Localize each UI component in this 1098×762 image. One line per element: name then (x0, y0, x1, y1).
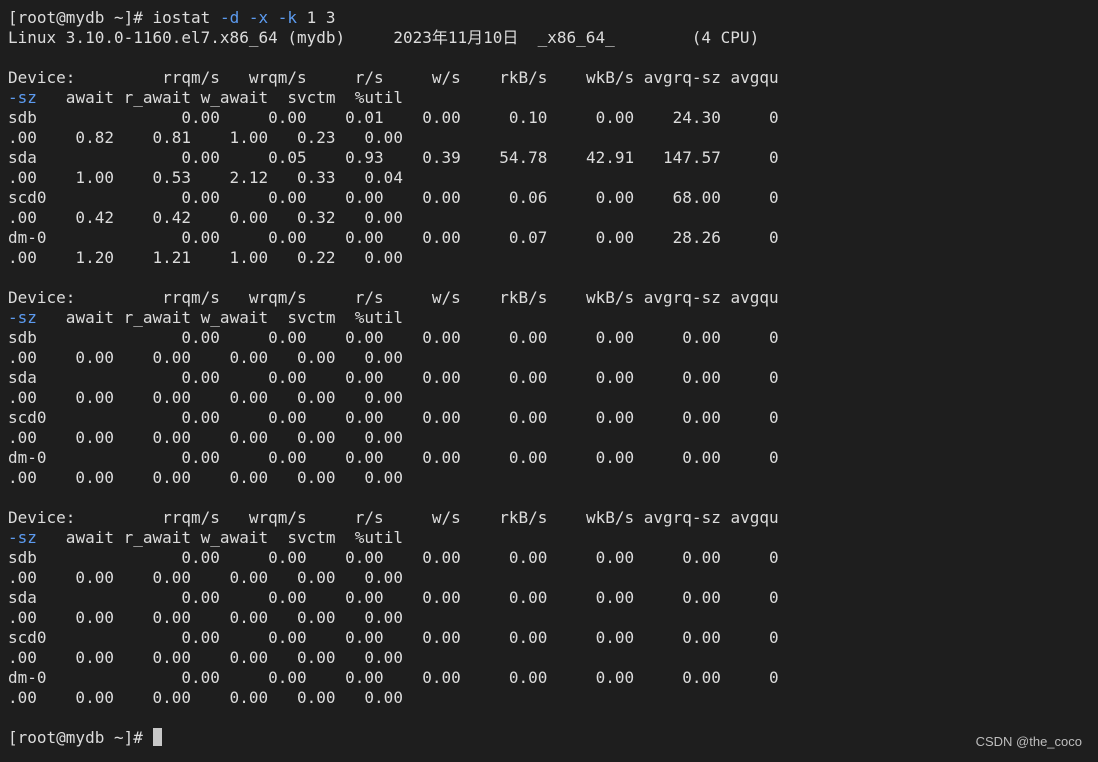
flag-d: -d (219, 8, 240, 27)
device-row: dm-0 0.00 0.00 0.00 0.00 0.00 0.00 0.00 … (8, 448, 779, 467)
header-wrap-prefix: -sz (8, 308, 37, 327)
watermark: CSDN @the_coco (975, 734, 1082, 749)
command-line: [root@mydb ~]# iostat -d -x -k 1 3 (8, 8, 1098, 28)
device-row-wrap: .00 0.42 0.42 0.00 0.32 0.00 (8, 208, 403, 227)
device-row-wrap: .00 0.00 0.00 0.00 0.00 0.00 (8, 568, 403, 587)
device-row-wrap: .00 0.00 0.00 0.00 0.00 0.00 (8, 648, 403, 667)
device-row-wrap: .00 0.00 0.00 0.00 0.00 0.00 (8, 428, 403, 447)
device-row-wrap: .00 1.20 1.21 1.00 0.22 0.00 (8, 248, 403, 267)
device-row: dm-0 0.00 0.00 0.00 0.00 0.07 0.00 28.26… (8, 228, 779, 247)
prompt: [root@mydb ~]# (8, 728, 143, 747)
device-row: sda 0.00 0.00 0.00 0.00 0.00 0.00 0.00 0 (8, 368, 779, 387)
terminal-window[interactable]: [root@mydb ~]# iostat -d -x -k 1 3 Linux… (0, 0, 1098, 762)
header-wrap-rest: await r_await w_await svctm %util (36, 528, 403, 547)
device-row: sdb 0.00 0.00 0.00 0.00 0.00 0.00 0.00 0 (8, 548, 779, 567)
device-row: scd0 0.00 0.00 0.00 0.00 0.00 0.00 0.00 … (8, 628, 779, 647)
header-wrap-prefix: -sz (8, 88, 37, 107)
column-header-line: Device: rrqm/s wrqm/s r/s w/s rkB/s wkB/… (8, 288, 779, 307)
device-row-wrap: .00 0.82 0.81 1.00 0.23 0.00 (8, 128, 403, 147)
device-row: sdb 0.00 0.00 0.00 0.00 0.00 0.00 0.00 0 (8, 328, 779, 347)
device-row-wrap: .00 0.00 0.00 0.00 0.00 0.00 (8, 348, 403, 367)
command-args: 1 3 (306, 8, 336, 27)
device-row: sda 0.00 0.00 0.00 0.00 0.00 0.00 0.00 0 (8, 588, 779, 607)
iostat-output: Device: rrqm/s wrqm/s r/s w/s rkB/s wkB/… (8, 48, 1098, 728)
column-header-wrap-line: -sz await r_await w_await svctm %util (8, 528, 1098, 548)
device-row: dm-0 0.00 0.00 0.00 0.00 0.00 0.00 0.00 … (8, 668, 779, 687)
device-row-wrap: .00 1.00 0.53 2.12 0.33 0.04 (8, 168, 403, 187)
header-wrap-rest: await r_await w_await svctm %util (36, 88, 403, 107)
flag-k: -k (277, 8, 298, 27)
cursor (152, 728, 162, 746)
device-row: scd0 0.00 0.00 0.00 0.00 0.00 0.00 0.00 … (8, 408, 779, 427)
column-header-wrap-line: -sz await r_await w_await svctm %util (8, 308, 1098, 328)
device-row-wrap: .00 0.00 0.00 0.00 0.00 0.00 (8, 468, 403, 487)
prompt: [root@mydb ~]# (8, 8, 143, 27)
header-wrap-prefix: -sz (8, 528, 37, 547)
system-info-line: Linux 3.10.0-1160.el7.x86_64 (mydb) 2023… (8, 28, 760, 47)
device-row: sda 0.00 0.05 0.93 0.39 54.78 42.91 147.… (8, 148, 779, 167)
column-header-line: Device: rrqm/s wrqm/s r/s w/s rkB/s wkB/… (8, 508, 779, 527)
final-prompt-line[interactable]: [root@mydb ~]# (8, 728, 1098, 748)
device-row: scd0 0.00 0.00 0.00 0.00 0.06 0.00 68.00… (8, 188, 779, 207)
column-header-wrap-line: -sz await r_await w_await svctm %util (8, 88, 1098, 108)
header-wrap-rest: await r_await w_await svctm %util (36, 308, 403, 327)
device-row-wrap: .00 0.00 0.00 0.00 0.00 0.00 (8, 608, 403, 627)
device-row-wrap: .00 0.00 0.00 0.00 0.00 0.00 (8, 688, 403, 707)
device-row-wrap: .00 0.00 0.00 0.00 0.00 0.00 (8, 388, 403, 407)
column-header-line: Device: rrqm/s wrqm/s r/s w/s rkB/s wkB/… (8, 68, 779, 87)
command-name: iostat (152, 8, 211, 27)
device-row: sdb 0.00 0.00 0.01 0.00 0.10 0.00 24.30 … (8, 108, 779, 127)
flag-x: -x (248, 8, 269, 27)
